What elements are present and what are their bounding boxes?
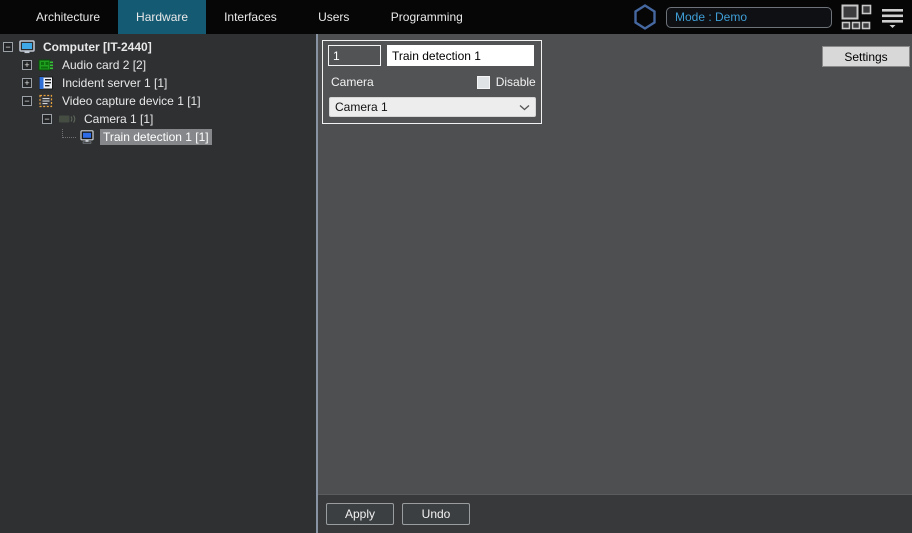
tab-architecture[interactable]: Architecture — [18, 0, 118, 34]
disable-checkbox[interactable] — [477, 76, 490, 89]
collapse-icon[interactable]: − — [22, 96, 32, 106]
mode-text: Mode : Demo — [675, 10, 747, 24]
tree-item-video-capture-device[interactable]: − Video capture device 1 [1] — [0, 92, 316, 110]
tree-item-label: Incident server 1 [1] — [59, 75, 170, 91]
tree-item-label: Train detection 1 [1] — [100, 129, 212, 145]
tree-connector-line — [62, 129, 76, 138]
tree-item-label: Computer [IT-2440] — [40, 39, 155, 55]
tree-item-incident-server[interactable]: + Incident server 1 [1] — [0, 74, 316, 92]
tree-item-audio-card[interactable]: + Audio card 2 [2] — [0, 56, 316, 74]
layout-grid-icon[interactable] — [841, 4, 872, 30]
camera-select-value: Camera 1 — [335, 100, 519, 114]
tree-item-label: Video capture device 1 [1] — [59, 93, 204, 109]
tree-item-label: Camera 1 [1] — [81, 111, 156, 127]
apply-button[interactable]: Apply — [326, 503, 394, 525]
camera-select[interactable]: Camera 1 — [329, 97, 536, 117]
main-tabs: Architecture Hardware Interfaces Users P… — [18, 0, 481, 34]
id-field[interactable] — [328, 45, 381, 66]
tab-hardware[interactable]: Hardware — [118, 0, 206, 34]
hamburger-menu-icon[interactable] — [881, 5, 904, 29]
detail-panel: Camera Disable Camera 1 Settings — [318, 34, 912, 533]
top-bar: Architecture Hardware Interfaces Users P… — [0, 0, 912, 34]
tab-interfaces[interactable]: Interfaces — [206, 0, 295, 34]
collapse-icon[interactable]: − — [42, 114, 52, 124]
footer-action-bar: Apply Undo — [318, 494, 912, 533]
mode-indicator[interactable]: Mode : Demo — [666, 7, 832, 28]
topbar-right-group: Mode : Demo — [633, 0, 912, 34]
train-detection-form: Camera Disable Camera 1 — [322, 40, 542, 124]
expand-icon[interactable]: + — [22, 60, 32, 70]
train-detection-icon — [79, 130, 95, 144]
audio-card-icon — [38, 58, 54, 72]
incident-server-icon — [38, 76, 54, 90]
tree-item-computer[interactable]: − Computer [IT-2440] — [0, 38, 316, 56]
undo-button[interactable]: Undo — [402, 503, 470, 525]
collapse-icon[interactable]: − — [3, 42, 13, 52]
camera-icon — [58, 113, 76, 125]
tab-users[interactable]: Users — [295, 0, 373, 34]
tree-item-label: Audio card 2 [2] — [59, 57, 149, 73]
hexagon-icon — [633, 4, 657, 30]
tree-item-train-detection[interactable]: Train detection 1 [1] — [0, 128, 316, 146]
tab-programming[interactable]: Programming — [373, 0, 481, 34]
disable-label: Disable — [496, 75, 536, 89]
chevron-down-icon — [519, 104, 530, 111]
settings-button[interactable]: Settings — [822, 46, 910, 67]
tree-item-camera[interactable]: − Camera 1 [1] — [0, 110, 316, 128]
expand-icon[interactable]: + — [22, 78, 32, 88]
camera-label: Camera — [331, 75, 374, 89]
video-capture-icon — [38, 94, 54, 108]
computer-icon — [19, 40, 35, 54]
hardware-tree-panel: − Computer [IT-2440] + Audio card 2 [2] — [0, 34, 316, 533]
name-field[interactable] — [387, 45, 534, 66]
